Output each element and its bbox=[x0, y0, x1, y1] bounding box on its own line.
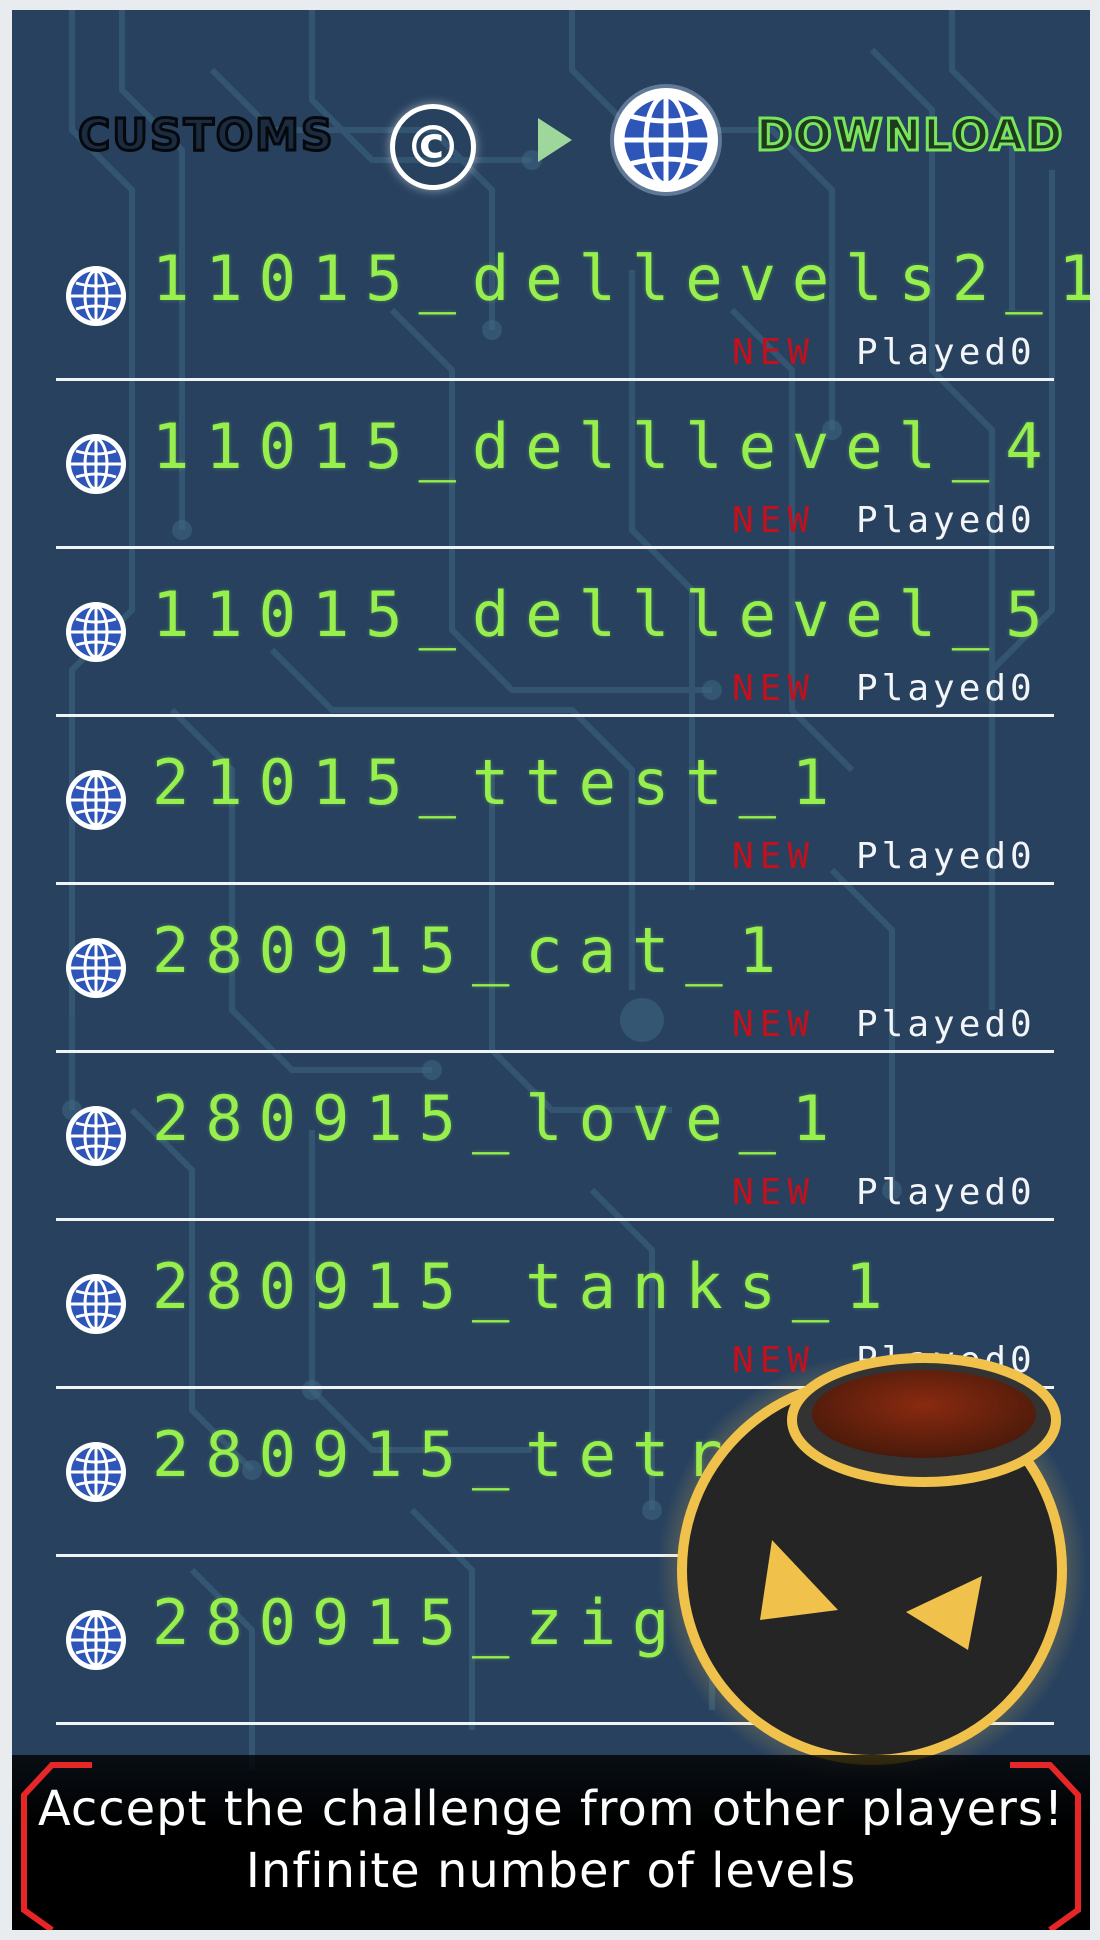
banner-headline: Accept the challenge from other players! bbox=[37, 1781, 1065, 1837]
globe-icon bbox=[66, 434, 126, 494]
level-name: 11015_delllevel_5 bbox=[152, 578, 1059, 651]
level-name: 280915_zigz bbox=[152, 1586, 739, 1659]
banner-subline: Infinite number of levels bbox=[245, 1843, 857, 1899]
row-divider bbox=[56, 882, 1054, 885]
header: CUSTOMS © DOWNLOAD bbox=[12, 70, 1090, 210]
new-badge: NEW bbox=[732, 836, 816, 877]
played-count: Played0 bbox=[856, 1004, 1036, 1045]
level-row[interactable]: 11015_delllevel_4 NEW Played0 bbox=[12, 408, 1090, 576]
tab-download[interactable]: DOWNLOAD bbox=[755, 109, 1065, 170]
globe-icon bbox=[66, 602, 126, 662]
level-row[interactable]: 11015_delllevel_5 NEW Played0 bbox=[12, 576, 1090, 744]
promo-banner: Accept the challenge from other players!… bbox=[12, 1755, 1090, 1930]
globe-icon bbox=[66, 938, 126, 998]
level-name: 21015_ttest_1 bbox=[152, 746, 846, 819]
row-divider bbox=[56, 714, 1054, 717]
played-count: Played0 bbox=[856, 836, 1036, 877]
row-divider bbox=[56, 546, 1054, 549]
played-count: Played0 bbox=[856, 500, 1036, 541]
new-badge: NEW bbox=[732, 500, 816, 541]
play-arrow-icon[interactable] bbox=[538, 118, 572, 162]
screen: CUSTOMS © DOWNLOAD 11015_dellevels2_1 NE… bbox=[12, 10, 1090, 1930]
level-name: 280915_tanks_1 bbox=[152, 1250, 899, 1323]
globe-icon[interactable] bbox=[606, 80, 726, 200]
played-count: Played0 bbox=[856, 332, 1036, 373]
globe-icon bbox=[66, 1442, 126, 1502]
played-count: Played0 bbox=[856, 1172, 1036, 1213]
new-badge: NEW bbox=[732, 668, 816, 709]
new-badge: NEW bbox=[732, 1004, 816, 1045]
tab-customs[interactable]: CUSTOMS bbox=[77, 109, 335, 170]
level-row[interactable]: 11015_dellevels2_1 NEW Played0 bbox=[12, 240, 1090, 408]
globe-icon bbox=[66, 1274, 126, 1334]
level-row[interactable]: 21015_ttest_1 NEW Played0 bbox=[12, 744, 1090, 912]
row-divider bbox=[56, 1050, 1054, 1053]
row-divider bbox=[56, 1218, 1054, 1221]
played-count: Played0 bbox=[856, 668, 1036, 709]
level-name: 11015_delllevel_4 bbox=[152, 410, 1059, 483]
row-divider bbox=[56, 378, 1054, 381]
globe-icon bbox=[66, 770, 126, 830]
new-badge: NEW bbox=[732, 1172, 816, 1213]
level-name: 280915_cat_1 bbox=[152, 914, 792, 987]
level-name: 280915_tetr bbox=[152, 1418, 739, 1491]
level-row[interactable]: 280915_cat_1 NEW Played0 bbox=[12, 912, 1090, 1080]
level-name: 280915_love_1 bbox=[152, 1082, 846, 1155]
level-row[interactable]: 280915_love_1 NEW Played0 bbox=[12, 1080, 1090, 1248]
globe-icon bbox=[66, 1106, 126, 1166]
globe-icon bbox=[66, 266, 126, 326]
mascot-icon bbox=[657, 1353, 1087, 1780]
new-badge: NEW bbox=[732, 332, 816, 373]
copyright-icon[interactable]: © bbox=[390, 104, 476, 190]
level-name: 11015_dellevels2_1 bbox=[152, 242, 1090, 315]
globe-icon bbox=[66, 1610, 126, 1670]
